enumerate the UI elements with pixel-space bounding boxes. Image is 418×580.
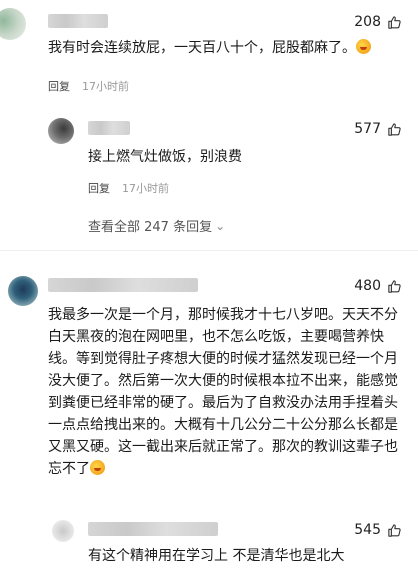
laughing-emoji-icon	[90, 460, 105, 475]
reply-username-blurred[interactable]	[88, 522, 218, 536]
view-all-replies-button[interactable]: 查看全部 247 条回复 ⌄	[88, 216, 226, 236]
username-blurred[interactable]	[48, 278, 198, 292]
like-count: 208	[354, 14, 381, 30]
avatar[interactable]	[8, 276, 38, 306]
thumbs-up-outline-icon	[388, 15, 401, 29]
thumbs-up-outline-icon	[388, 279, 401, 293]
reply-like-count: 545	[354, 522, 381, 538]
timestamp: 17小时前	[82, 80, 129, 93]
timestamp: 17小时前	[122, 182, 169, 195]
reply-like-count: 577	[354, 121, 381, 137]
laughing-emoji-icon	[356, 39, 371, 54]
thumbs-up-outline-icon	[388, 523, 401, 537]
reply-like-button[interactable]: 577	[354, 121, 402, 137]
like-button[interactable]: 208	[354, 14, 402, 30]
thumbs-up-outline-icon	[388, 122, 401, 136]
reply-text: 接上燃气灶做饭，别浪费	[88, 149, 242, 165]
reply-avatar[interactable]	[52, 520, 74, 542]
comment-text: 我最多一次是一个月，那时候我才十七八岁吧。天天不分白天黑夜的泡在网吧里，也不怎么…	[48, 307, 398, 477]
reply-text: 有这个精神用在学习上 不是清华也是北大	[88, 548, 345, 564]
divider	[0, 250, 418, 251]
like-button[interactable]: 480	[354, 278, 402, 294]
comment-text: 我有时会连续放屁，一天百八十个，屁股都麻了。	[48, 38, 388, 59]
reply-username-blurred[interactable]	[88, 121, 130, 135]
reply-like-button[interactable]: 545	[354, 522, 402, 538]
avatar[interactable]	[0, 8, 26, 40]
reply-avatar[interactable]	[48, 118, 74, 144]
reply-button[interactable]: 回复	[48, 78, 70, 94]
reply-button[interactable]: 回复	[88, 180, 110, 196]
like-count: 480	[354, 278, 381, 294]
chevron-down-icon: ⌄	[215, 218, 226, 233]
view-all-replies-label: 查看全部 247 条回复	[88, 220, 213, 235]
username-blurred[interactable]	[48, 14, 108, 28]
